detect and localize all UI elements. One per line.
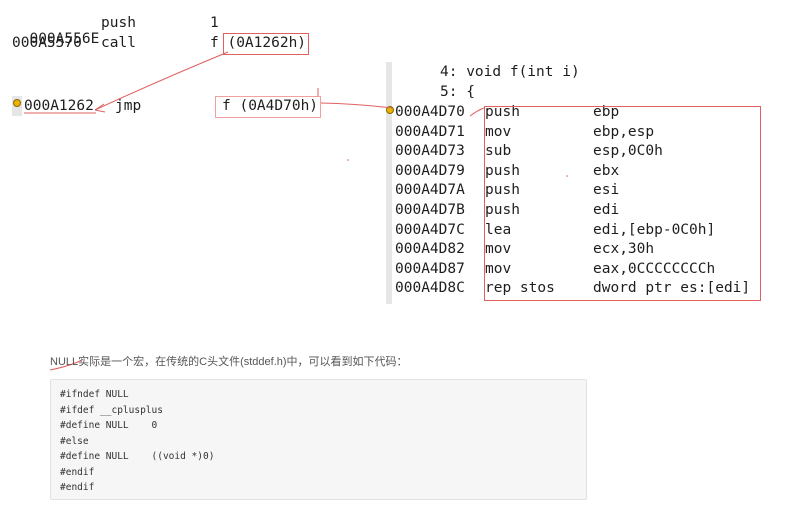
code-line: #define NULL ((void *)0) (60, 451, 215, 462)
null-note: NULL实际是一个宏，在传统的C头文件(stddef.h)中，可以看到如下代码： (50, 356, 408, 368)
arrow-line (94, 51, 229, 111)
code-line: #ifndef NULL (60, 389, 129, 400)
arrow-line (469, 107, 485, 117)
arrow-line (320, 102, 393, 109)
code-line: #define NULL 0 (60, 420, 158, 431)
code-line: #else (60, 435, 89, 447)
code-block: #ifndef NULL #ifdef __cplusplus #define … (50, 379, 587, 500)
dot (347, 159, 349, 161)
code-line: #ifdef __cplusplus (60, 404, 163, 416)
code-line: #endif (60, 466, 95, 478)
dot (566, 175, 568, 177)
code-line: #endif (60, 482, 95, 493)
